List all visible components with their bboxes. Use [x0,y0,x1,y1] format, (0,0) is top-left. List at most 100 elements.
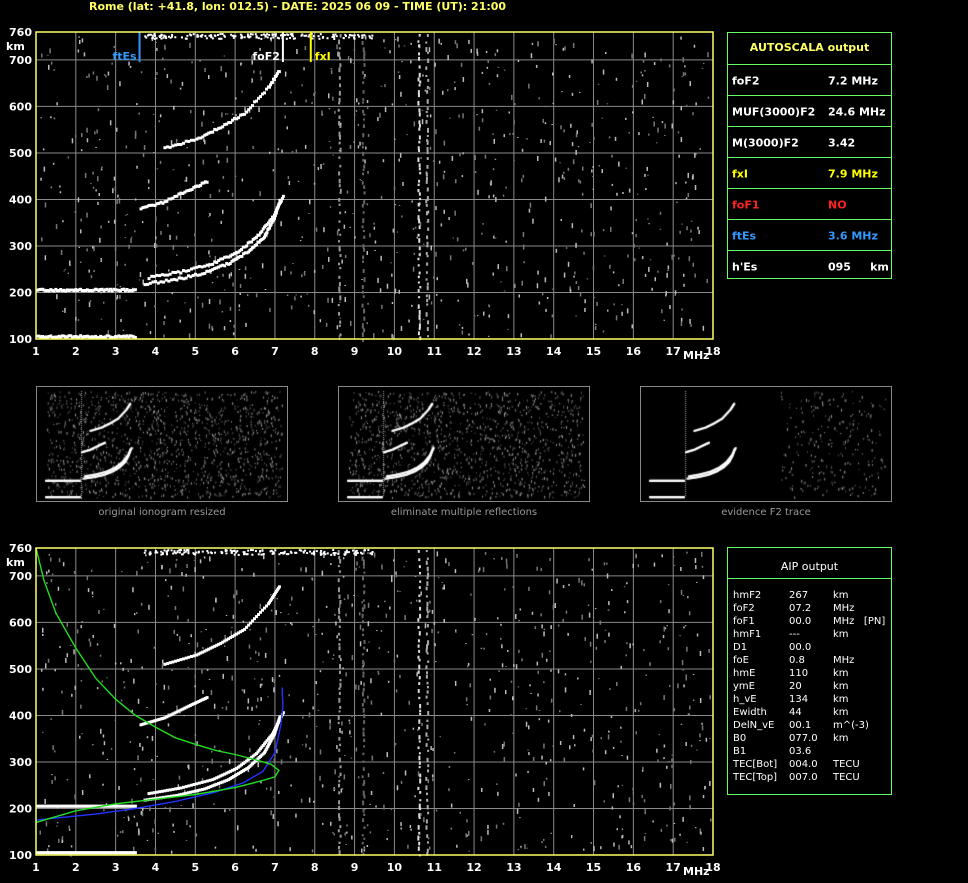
echo-point [171,660,175,664]
noise-dot [583,583,585,587]
noise-dot [657,270,659,273]
noise-dot [295,813,297,818]
noise-dot [618,844,620,850]
noise-dot [579,292,582,297]
noise-dot [390,808,393,811]
noise-dot [683,626,685,629]
interference-dot [425,176,428,181]
noise-dot [687,193,689,197]
noise-dot [404,615,406,621]
noise-dot [272,169,275,172]
noise-dot [570,123,572,128]
noise-dot [546,658,548,662]
noise-dot [376,630,378,632]
noise-dot [238,600,240,604]
noise-dot [138,112,140,115]
noise-dot [364,74,366,77]
noise-dot [400,780,403,784]
noise-dot [467,779,470,781]
noise-dot [163,321,165,325]
interference-dot [426,834,429,838]
noise-dot [496,74,499,78]
noise-dot [696,633,699,637]
interference-dot [426,114,429,118]
noise-dot [610,716,613,719]
noise-dot [394,39,397,41]
noise-dot [387,651,390,654]
interference-dot [418,127,421,131]
noise-dot [44,202,47,208]
noise-dot [308,797,311,803]
trace-point [208,263,212,267]
interference-dot [338,610,341,615]
noise-dot [336,44,338,50]
noise-dot [116,127,118,132]
noise-dot [575,149,577,155]
noise-dot [54,776,56,781]
noise-dot [487,829,489,835]
noise-dot [211,325,213,329]
trace-point [200,265,204,269]
noise-dot [278,674,281,677]
noise-dot [228,759,231,765]
noise-dot [547,719,550,723]
noise-dot [660,58,662,62]
interference-dot [426,157,429,161]
noise-dot [125,145,128,149]
noise-dot [42,687,44,691]
noise-dot [355,567,357,571]
top-band-dot [195,551,198,554]
noise-dot [494,237,497,239]
noise-dot [583,848,585,851]
noise-dot [263,37,266,39]
thumb-caption-f2: evidence F2 trace [721,507,811,518]
trace-point [250,240,254,244]
noise-dot [209,213,211,216]
noise-dot [253,572,255,577]
interference-dot [418,586,421,589]
noise-dot [265,787,268,790]
interference-dot [362,101,365,104]
noise-dot [383,804,385,810]
noise-dot [224,809,226,813]
noise-dot [563,129,565,133]
interference-dot [419,773,422,778]
noise-dot [627,254,629,258]
noise-dot [403,566,405,568]
interference-dot [426,298,429,303]
interference-dot [362,633,365,636]
noise-dot [513,664,515,667]
noise-dot [568,583,570,586]
x-tick-label: 1 [32,345,40,358]
interference-dot [361,841,364,845]
noise-dot [445,558,447,564]
noise-dot [664,123,666,129]
interference-dot [417,550,420,553]
noise-dot [192,803,194,809]
noise-dot [414,575,417,577]
interference-dot [337,721,340,725]
top-band-dot [301,33,304,36]
trace-point [190,138,193,142]
noise-dot [342,575,345,578]
noise-dot [105,75,107,78]
trace-es2 [36,287,137,293]
y-tick-label: 600 [9,616,32,629]
interference-dot [338,134,341,140]
noise-dot [201,669,203,674]
top-band-dot [305,34,308,37]
top-band-dot [192,552,195,555]
x-tick-label: 14 [546,861,562,874]
noise-dot [611,183,614,186]
noise-dot [602,69,605,75]
noise-dot [692,174,694,180]
noise-dot [396,785,399,791]
top-band-dot [262,553,265,556]
x-tick-label: 12 [466,861,481,874]
noise-dot [681,660,684,666]
noise-dot [591,734,594,738]
noise-dot [258,107,260,113]
noise-dot [178,775,181,780]
noise-dot [432,623,435,625]
noise-dot [474,315,476,317]
